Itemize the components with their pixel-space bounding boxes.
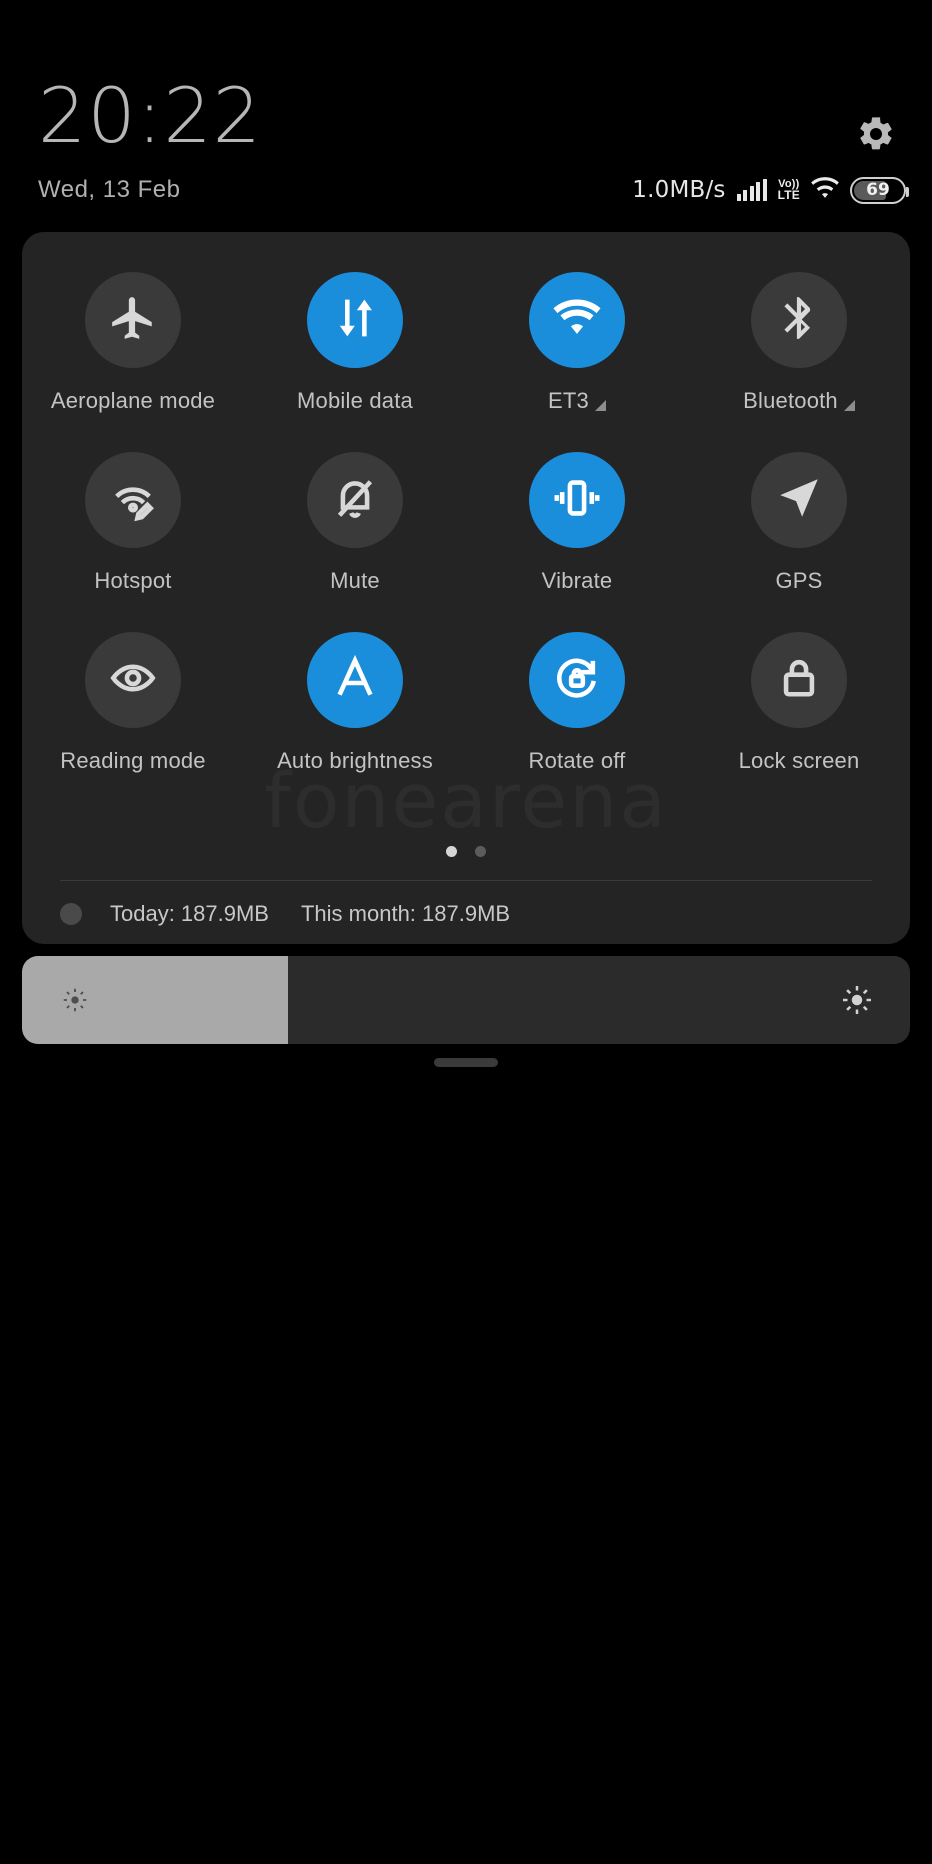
expand-triangle-icon[interactable] xyxy=(843,400,855,411)
tile-toggle-circle[interactable] xyxy=(85,272,181,368)
airplane-icon xyxy=(108,293,158,348)
drag-handle[interactable] xyxy=(434,1058,498,1067)
tile-label-row: Auto brightness xyxy=(277,748,433,774)
tile-toggle-circle[interactable] xyxy=(85,632,181,728)
tile-toggle-circle[interactable] xyxy=(85,452,181,548)
tile-lock-screen[interactable]: Lock screen xyxy=(688,632,910,774)
brightness-high-icon xyxy=(840,983,874,1017)
data-usage-row[interactable]: Today: 187.9MB This month: 187.9MB xyxy=(60,894,510,934)
tile-toggle-circle[interactable] xyxy=(751,452,847,548)
tile-label: Rotate off xyxy=(528,748,626,773)
tile-grid: Aeroplane mode Mobile data ET3 Bluetooth… xyxy=(22,272,910,774)
tile-label: GPS xyxy=(775,568,823,593)
network-speed-label: 1.0MB/s xyxy=(632,177,726,203)
brightness-low-icon xyxy=(58,983,92,1017)
bell-off-icon xyxy=(330,473,380,528)
tile-wifi[interactable]: ET3 xyxy=(466,272,688,414)
tile-label: Reading mode xyxy=(60,748,206,773)
tile-label: Vibrate xyxy=(541,568,613,593)
quick-settings-panel: fonearena Aeroplane mode xyxy=(22,232,910,944)
tile-label-row: Vibrate xyxy=(542,568,613,594)
tile-label-row: Bluetooth xyxy=(743,388,855,414)
tile-label: Aeroplane mode xyxy=(50,388,216,413)
settings-button[interactable] xyxy=(854,114,898,158)
panel-divider xyxy=(60,880,872,881)
tile-label: ET3 xyxy=(548,388,589,413)
status-bar: 1.0MB/s Vo)) LTE 69 xyxy=(632,176,909,205)
tile-label: Hotspot xyxy=(94,568,172,593)
tile-toggle-circle[interactable] xyxy=(751,632,847,728)
tile-label-row: ET3 xyxy=(548,388,606,414)
tile-toggle-circle[interactable] xyxy=(307,632,403,728)
data-usage-dot-icon xyxy=(60,903,82,925)
tile-label-row: Lock screen xyxy=(739,748,860,774)
tile-toggle-circle[interactable] xyxy=(751,272,847,368)
tile-label-row: Mute xyxy=(330,568,380,594)
hotspot-icon xyxy=(108,473,158,528)
tile-mobile-data[interactable]: Mobile data xyxy=(244,272,466,414)
tile-label: Auto brightness xyxy=(277,748,433,773)
page-dot-1[interactable] xyxy=(446,846,457,857)
expand-triangle-icon[interactable] xyxy=(594,400,606,411)
tile-toggle-circle[interactable] xyxy=(529,632,625,728)
tile-aeroplane-mode[interactable]: Aeroplane mode xyxy=(22,272,244,414)
signal-bars-icon xyxy=(736,179,767,201)
data-usage-month-label: This month: 187.9MB xyxy=(300,901,511,926)
tile-toggle-circle[interactable] xyxy=(529,272,625,368)
tile-mute[interactable]: Mute xyxy=(244,452,466,594)
wifi-status-icon xyxy=(811,176,839,205)
clock: 20:22 xyxy=(38,71,263,160)
tile-label-row: Mobile data xyxy=(297,388,413,414)
auto-brightness-a-icon xyxy=(330,653,380,708)
tile-hotspot[interactable]: Hotspot xyxy=(22,452,244,594)
battery-level-label: 69 xyxy=(866,180,890,200)
tile-toggle-circle[interactable] xyxy=(529,452,625,548)
tile-label-row: Reading mode xyxy=(60,748,206,774)
tile-label: Lock screen xyxy=(738,748,860,773)
tile-toggle-circle[interactable] xyxy=(307,452,403,548)
tile-auto-brightness[interactable]: Auto brightness xyxy=(244,632,466,774)
tile-toggle-circle[interactable] xyxy=(307,272,403,368)
page-dot-2[interactable] xyxy=(475,846,486,857)
tile-label: Bluetooth xyxy=(743,388,838,413)
brightness-slider[interactable] xyxy=(22,956,910,1044)
gear-icon xyxy=(856,114,896,159)
battery-indicator: 69 xyxy=(850,176,909,204)
bluetooth-icon xyxy=(774,293,824,348)
date-label: Wed, 13 Feb xyxy=(38,176,181,203)
padlock-icon xyxy=(774,653,824,708)
tile-gps[interactable]: GPS xyxy=(688,452,910,594)
page-indicator[interactable] xyxy=(22,846,910,857)
tile-label-row: GPS xyxy=(775,568,822,594)
tile-reading-mode[interactable]: Reading mode xyxy=(22,632,244,774)
tile-label-row: Aeroplane mode xyxy=(51,388,215,414)
wifi-icon xyxy=(552,293,602,348)
tile-label-row: Hotspot xyxy=(94,568,171,594)
data-usage-today-label: Today: 187.9MB xyxy=(110,901,269,926)
volte-bottom-label: LTE xyxy=(777,188,800,202)
eye-icon xyxy=(108,653,158,708)
volte-indicator: Vo)) LTE xyxy=(777,179,800,202)
tile-label: Mute xyxy=(330,568,380,593)
tile-label-row: Rotate off xyxy=(529,748,626,774)
data-arrows-icon xyxy=(330,293,380,348)
tile-rotate-off[interactable]: Rotate off xyxy=(466,632,688,774)
rotate-lock-icon xyxy=(552,653,602,708)
tile-bluetooth[interactable]: Bluetooth xyxy=(688,272,910,414)
tile-label: Mobile data xyxy=(297,388,413,413)
tile-vibrate[interactable]: Vibrate xyxy=(466,452,688,594)
quick-settings-screen: 20:22 Wed, 13 Feb 1.0MB/s Vo)) LTE 69 Ae… xyxy=(0,0,932,1864)
location-arrow-icon xyxy=(774,473,824,528)
header: 20:22 Wed, 13 Feb 1.0MB/s Vo)) LTE 69 xyxy=(0,0,932,232)
vibrate-icon xyxy=(552,473,602,528)
